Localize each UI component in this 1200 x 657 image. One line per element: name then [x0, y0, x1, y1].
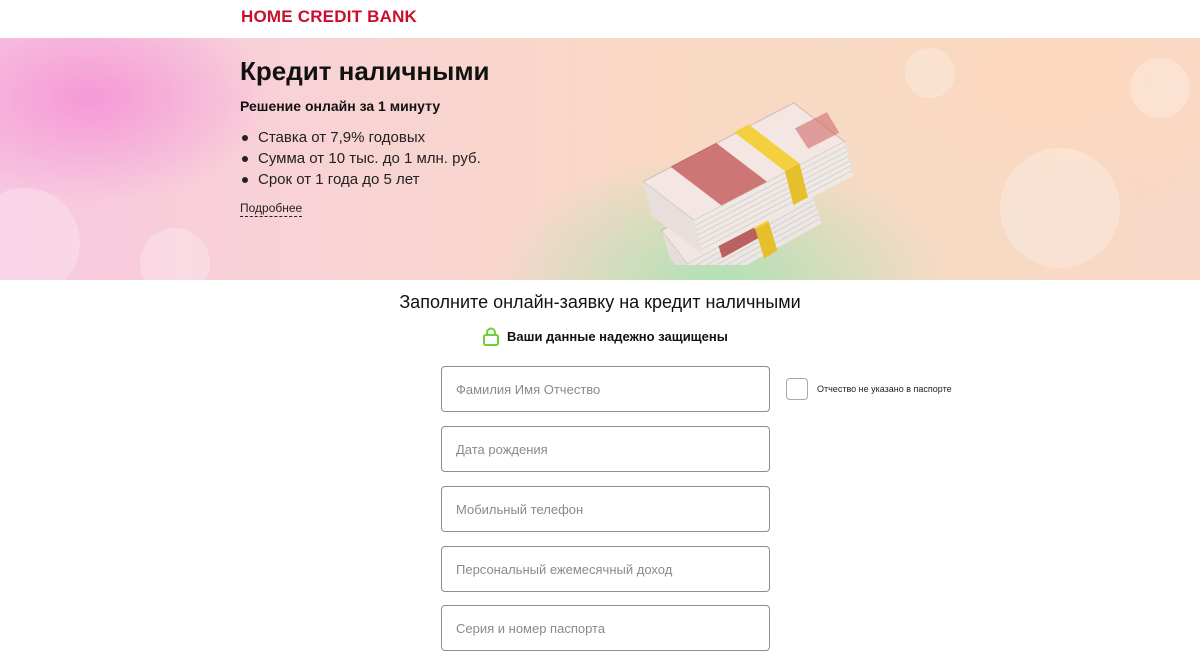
form-title: Заполните онлайн-заявку на кредит наличн…	[399, 292, 801, 312]
lock-icon	[483, 327, 499, 346]
full-name-input[interactable]	[441, 366, 770, 412]
more-details-link[interactable]: Подробнее	[240, 201, 303, 217]
bank-logo[interactable]: HOME CREDIT BANK	[241, 7, 417, 27]
monthly-income-input[interactable]	[441, 546, 770, 592]
mobile-phone-input[interactable]	[441, 486, 770, 532]
benefit-term: Срок от 1 года до 5 лет	[240, 169, 481, 190]
no-patronymic-option[interactable]: Отчество не указано в паспорте	[786, 378, 952, 400]
bokeh-decoration	[0, 188, 80, 280]
bokeh-decoration	[1130, 58, 1190, 118]
birth-date-input[interactable]	[441, 426, 770, 472]
hero-benefits-list: Ставка от 7,9% годовых Сумма от 10 тыс. …	[240, 127, 481, 190]
header: HOME CREDIT BANK	[0, 0, 1200, 38]
no-patronymic-label[interactable]: Отчество не указано в паспорте	[817, 384, 952, 394]
no-patronymic-checkbox[interactable]	[786, 378, 808, 400]
security-note-text: Ваши данные надежно защищены	[507, 328, 728, 344]
bokeh-decoration	[1000, 148, 1120, 268]
benefit-amount: Сумма от 10 тыс. до 1 млн. руб.	[240, 148, 481, 169]
hero-subtitle: Решение онлайн за 1 минуту	[240, 98, 441, 114]
passport-input[interactable]	[441, 605, 770, 651]
security-note: Ваши данные надежно защищены	[483, 326, 728, 346]
hero-title: Кредит наличными	[240, 56, 490, 86]
bokeh-decoration	[140, 228, 210, 280]
bokeh-decoration	[905, 48, 955, 98]
benefit-rate: Ставка от 7,9% годовых	[240, 127, 481, 148]
money-stack-image	[642, 102, 854, 265]
hero-banner: Кредит наличными Решение онлайн за 1 мин…	[0, 38, 1200, 280]
page: HOME CREDIT BANK Кредит наличными Решени…	[0, 0, 1200, 657]
